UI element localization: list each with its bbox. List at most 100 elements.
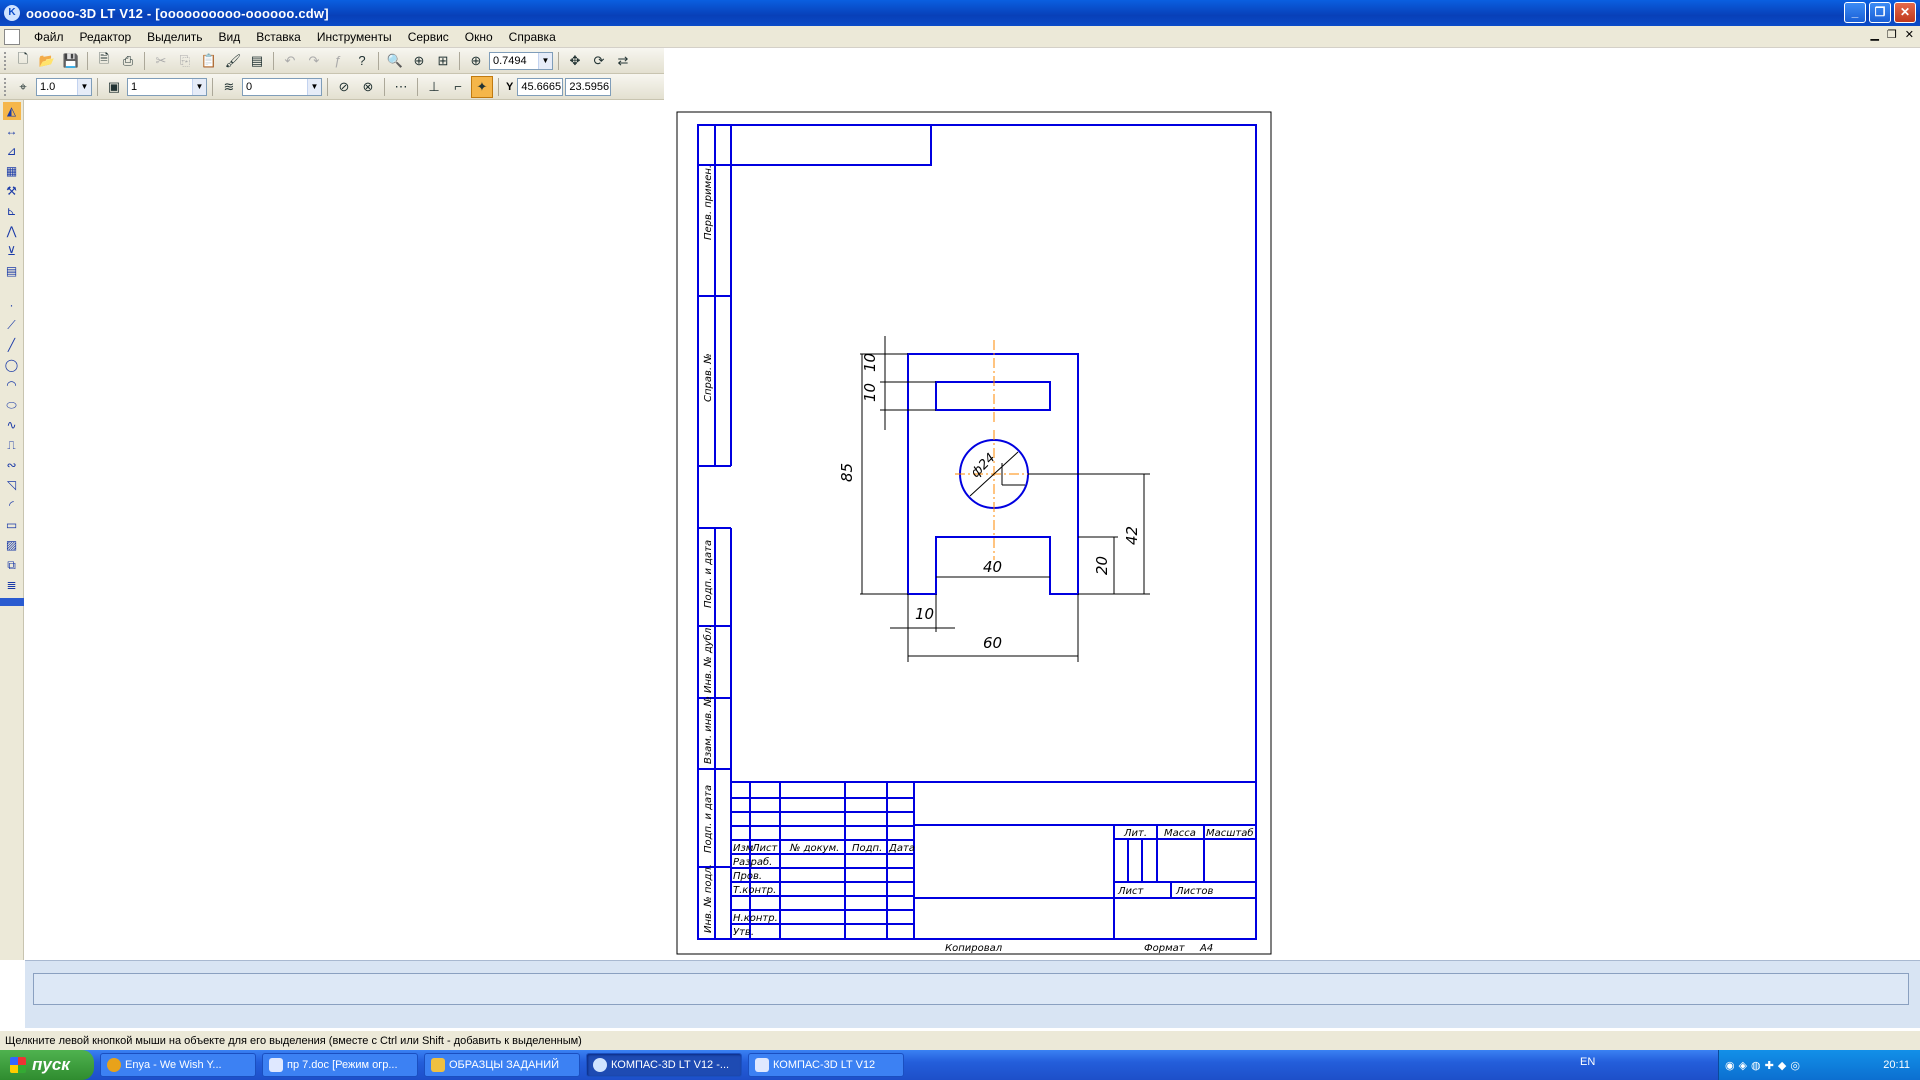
compact-panel: ◭ ↔ ⊿ ▦ ⚒ ⊾ ⋀ ⊻ ▤ · ⟋ ╱ ◯ ◠ ⬭ ∿ ⎍ ∾ ◹ ◜ … [0,100,24,960]
view-combo[interactable]: 1 ▼ [127,77,207,96]
tray-icons[interactable]: ◉◈◍✚◆◎ [1719,1059,1804,1072]
minimize-button[interactable]: _ [1844,2,1866,23]
view-icon[interactable]: ▣ [103,76,125,98]
chamfer-icon[interactable]: ◹ [3,476,21,494]
start-button[interactable]: пуск [0,1050,94,1080]
fillet-icon[interactable]: ◜ [3,496,21,514]
zoom-in-icon[interactable]: ⊕ [465,50,487,72]
zoom-combo[interactable]: 0.7494 ▼ [489,51,553,70]
redo-icon[interactable]: ↷ [303,50,325,72]
side-label-4: Инв. № дубл. [702,625,714,693]
geometry-tab-icon[interactable]: ◭ [2,102,21,120]
ortho-icon[interactable]: ⌐ [447,76,469,98]
edit-tab-icon[interactable]: ▦ [3,162,21,180]
help-pointer-icon[interactable]: ? [351,50,373,72]
equidistant-icon[interactable]: ≣ [3,576,21,594]
spec-tab-icon[interactable]: ⊻ [3,242,21,260]
menu-tools[interactable]: Инструменты [309,26,400,48]
ellipse-icon[interactable]: ⬭ [3,396,21,414]
task-label: ОБРАЗЦЫ ЗАДАНИЙ [449,1059,560,1071]
menu-view[interactable]: Вид [211,26,249,48]
stamp-masshtab: Масштаб [1206,827,1254,839]
grid-icon[interactable]: ⋯ [390,76,412,98]
close-button[interactable]: ✕ [1894,2,1916,23]
menu-editor[interactable]: Редактор [72,26,140,48]
new-file-icon[interactable]: 🗋 [12,50,34,72]
menu-service[interactable]: Сервис [400,26,457,48]
chevron-down-icon[interactable]: ▼ [307,78,321,95]
copy-icon[interactable]: ⎘ [174,50,196,72]
hatch-icon[interactable]: ▨ [3,536,21,554]
task-item-word[interactable]: пр 7.doc [Режим огр... [262,1053,418,1077]
zoom-all-icon[interactable]: ⊞ [432,50,454,72]
arc-icon[interactable]: ◠ [3,376,21,394]
point-icon[interactable]: · [3,296,21,314]
local-cs-icon[interactable]: ⊥ [423,76,445,98]
open-file-icon[interactable]: 📂 [36,50,58,72]
redraw-icon[interactable]: ⇄ [612,50,634,72]
clock[interactable]: 20:11 [1883,1059,1910,1071]
maximize-button[interactable]: ❐ [1869,2,1891,23]
cut-icon[interactable]: ✂ [150,50,172,72]
doc-close-button[interactable]: ✕ [1905,28,1914,41]
language-indicator[interactable]: EN [1580,1056,1595,1068]
toolbar-grip[interactable] [4,51,7,70]
preview-icon[interactable]: 🗎 [93,50,115,72]
pan-icon[interactable]: ✥ [564,50,586,72]
format-painter-icon[interactable]: 🖌 [222,50,244,72]
task-item-folder[interactable]: ОБРАЗЦЫ ЗАДАНИЙ [424,1053,580,1077]
zoom-window-icon[interactable]: 🔍 [384,50,406,72]
document-icon[interactable] [4,28,20,45]
circle-icon[interactable]: ◯ [3,356,21,374]
aux-line-icon[interactable]: ⟋ [3,316,21,334]
function-icon[interactable]: ƒ [327,50,349,72]
segment-icon[interactable]: ╱ [3,336,21,354]
select-tab-icon[interactable]: ⋀ [3,222,21,240]
paste-icon[interactable]: 📋 [198,50,220,72]
contour-icon[interactable]: ⧉ [3,556,21,574]
chevron-down-icon[interactable]: ▼ [538,52,552,69]
undo-icon[interactable]: ↶ [279,50,301,72]
magnet-icon[interactable]: ⊗ [357,76,379,98]
properties-icon[interactable]: ▤ [246,50,268,72]
coord-y-field[interactable]: 23.5956 [565,77,612,96]
dimensions-tab-icon[interactable]: ↔ [3,122,21,140]
task-item-chrome[interactable]: Enya - We Wish Y... [100,1053,256,1077]
chevron-down-icon[interactable]: ▼ [77,78,91,95]
menu-help[interactable]: Справка [501,26,564,48]
coord-x-field[interactable]: 45.6665 [517,77,564,96]
panel-expand-handle[interactable] [0,598,24,606]
refresh-view-icon[interactable]: ⟳ [588,50,610,72]
polyline-icon[interactable]: ⎍ [3,436,21,454]
report-tab-icon[interactable]: ▤ [3,262,21,280]
chevron-down-icon[interactable]: ▼ [192,78,206,95]
zoom-fit-icon[interactable]: ⊕ [408,50,430,72]
measure-tab-icon[interactable]: ⊾ [3,202,21,220]
menu-insert[interactable]: Вставка [248,26,309,48]
spline-icon[interactable]: ∿ [3,416,21,434]
params-tab-icon[interactable]: ⚒ [3,182,21,200]
print-icon[interactable]: ⎙ [117,50,139,72]
cursor-step-icon[interactable]: ⌖ [12,76,34,98]
rectangle-icon[interactable]: ▭ [3,516,21,534]
save-icon[interactable]: 💾 [60,50,82,72]
round-icon[interactable]: ✦ [471,75,493,98]
bezier-icon[interactable]: ∾ [3,456,21,474]
doc-restore-button[interactable]: ❐ [1887,28,1897,41]
drawing-canvas[interactable]: 10 10 85 42 20 40 10 60 ф24 Перв. примен… [25,100,1920,958]
doc-minimize-button[interactable]: ▁ [1870,28,1878,41]
menu-file[interactable]: Файл [26,26,72,48]
menu-window[interactable]: Окно [457,26,501,48]
menu-select[interactable]: Выделить [139,26,210,48]
symbols-tab-icon[interactable]: ⊿ [3,142,21,160]
task-item-kompas-doc[interactable]: КОМПАС-3D LT V12 -... [586,1053,742,1077]
property-panel-field[interactable] [33,973,1909,1005]
task-item-kompas[interactable]: КОМПАС-3D LT V12 [748,1053,904,1077]
toolbar-grip[interactable] [4,77,7,96]
step-combo[interactable]: 1.0 ▼ [36,77,92,96]
stamp-nkontr: Н.контр. [733,913,778,924]
snap-icon[interactable]: ⊘ [333,76,355,98]
taskbar: пуск Enya - We Wish Y... пр 7.doc [Режим… [0,1050,1920,1080]
layer-icon[interactable]: ≋ [218,76,240,98]
layer-combo[interactable]: 0 ▼ [242,77,322,96]
